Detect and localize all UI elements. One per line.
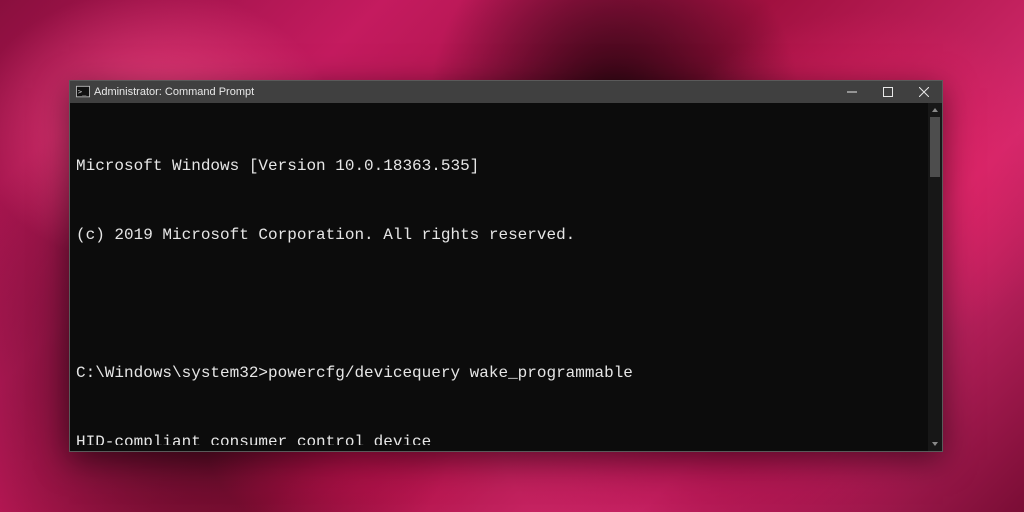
banner-line: Microsoft Windows [Version 10.0.18363.53… <box>76 155 928 178</box>
close-button[interactable] <box>906 81 942 103</box>
scroll-up-arrow-icon[interactable] <box>928 103 942 117</box>
svg-text:>_: >_ <box>78 88 87 96</box>
scroll-down-arrow-icon[interactable] <box>928 437 942 451</box>
vertical-scrollbar[interactable] <box>928 103 942 451</box>
cmd-icon: >_ <box>76 85 90 99</box>
output-line: HID-compliant consumer control device <box>76 431 928 445</box>
scrollbar-thumb[interactable] <box>930 117 940 177</box>
minimize-button[interactable] <box>834 81 870 103</box>
banner-line: (c) 2019 Microsoft Corporation. All righ… <box>76 224 928 247</box>
maximize-button[interactable] <box>870 81 906 103</box>
prompt-line: C:\Windows\system32>powercfg/devicequery… <box>76 362 928 385</box>
window-title: Administrator: Command Prompt <box>94 86 254 98</box>
desktop-background: >_ Administrator: Command Prompt Microso… <box>0 0 1024 512</box>
terminal-text: Microsoft Windows [Version 10.0.18363.53… <box>76 109 928 445</box>
command-prompt-window: >_ Administrator: Command Prompt Microso… <box>69 80 943 452</box>
blank-line <box>76 293 928 316</box>
titlebar[interactable]: >_ Administrator: Command Prompt <box>70 81 942 103</box>
scrollbar-track[interactable] <box>928 117 942 437</box>
prompt-path: C:\Windows\system32> <box>76 364 268 382</box>
entered-command: powercfg/devicequery wake_programmable <box>268 364 633 382</box>
terminal-area[interactable]: Microsoft Windows [Version 10.0.18363.53… <box>70 103 942 451</box>
